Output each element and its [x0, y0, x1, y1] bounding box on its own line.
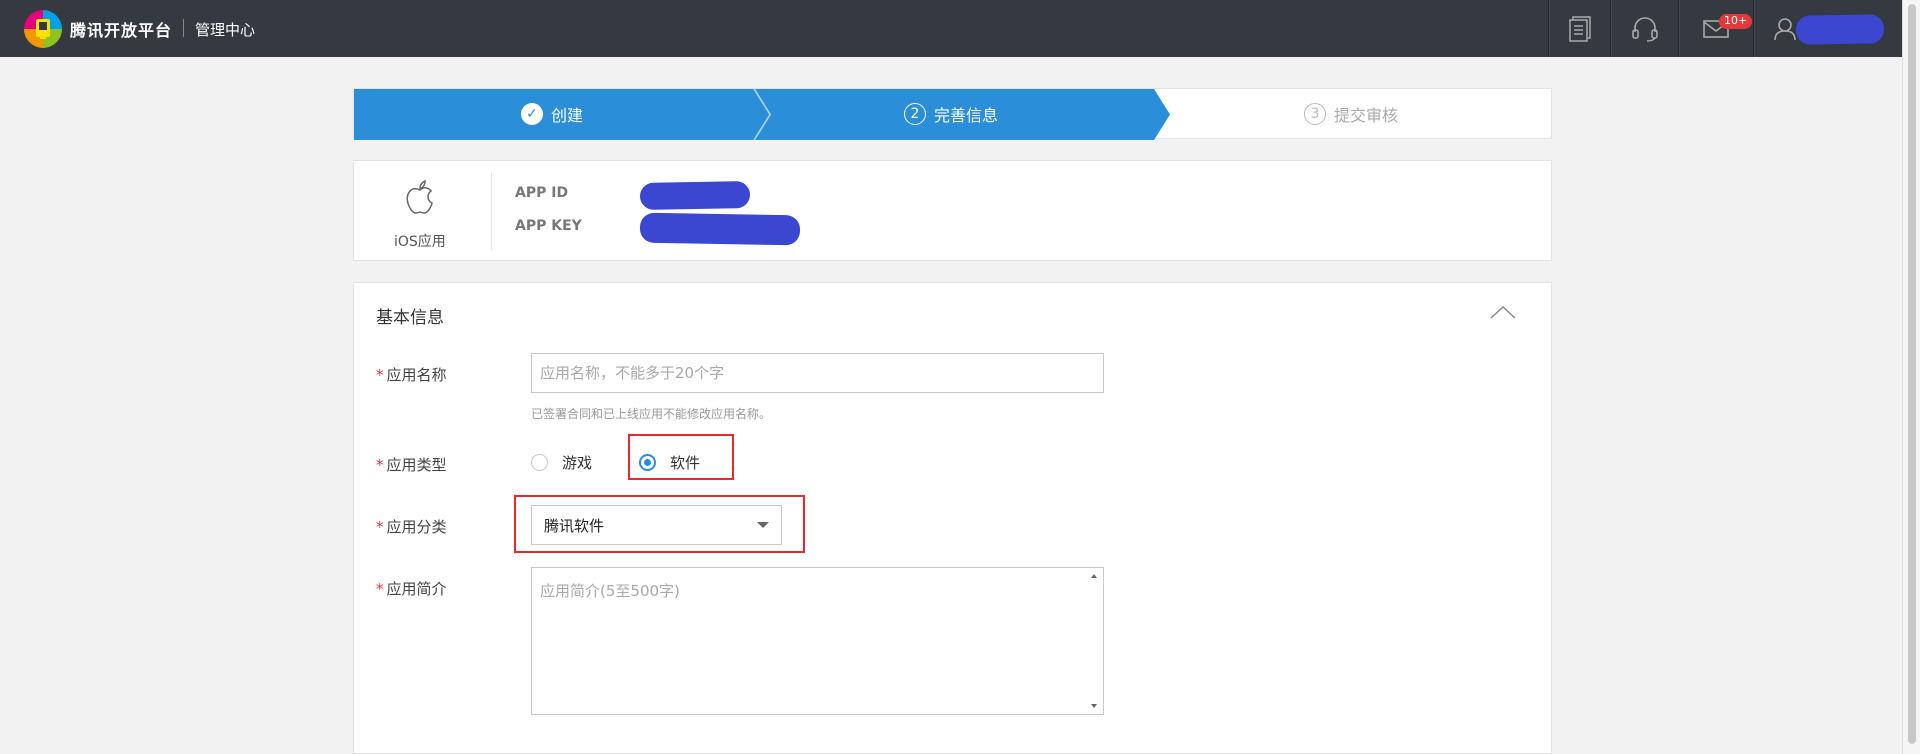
app-type-label: * 应用类型 [376, 456, 447, 474]
support-button[interactable] [1610, 0, 1678, 57]
scroll-up-icon[interactable] [1091, 574, 1097, 578]
app-credentials-box: iOS应用 APP ID APP KEY [353, 160, 1552, 261]
docs-button[interactable] [1548, 0, 1610, 57]
redacted-app-key [639, 212, 801, 246]
scroll-down-icon[interactable] [1091, 704, 1097, 708]
chevron-up-icon[interactable] [1490, 305, 1516, 319]
app-name-label: * 应用名称 [376, 366, 447, 384]
app-intro-label: * 应用简介 [376, 580, 447, 598]
step-number-3: 3 [1304, 103, 1326, 125]
step-complete-info-label: 完善信息 [934, 106, 999, 125]
document-icon [1568, 15, 1591, 42]
progress-steps: ✓ 创建 2 完善信息 3 提交审核 [353, 88, 1552, 140]
app-id-label: APP ID [515, 185, 569, 201]
user-icon [1774, 17, 1796, 40]
app-divider [491, 173, 492, 250]
mail-count-badge: 10+ [1719, 14, 1753, 29]
app-intro-textarea[interactable] [532, 568, 1087, 714]
radio-game[interactable]: 游戏 [531, 452, 592, 473]
app-name-hint: 已签署合同和已上线应用不能修改应用名称。 [531, 407, 772, 421]
redacted-username [1795, 14, 1885, 45]
step-submit-review: 3 提交审核 [1304, 103, 1398, 125]
brand-divider [183, 19, 184, 37]
highlight-box-category [514, 495, 805, 553]
platform-label: iOS应用 [394, 234, 446, 250]
apple-icon [406, 179, 433, 214]
step-submit-review-label: 提交审核 [1334, 106, 1399, 125]
app-intro-textarea-wrapper [531, 567, 1104, 715]
page-scrollbar[interactable] [1902, 0, 1920, 754]
radio-game-circle[interactable] [531, 454, 548, 471]
radio-game-label[interactable]: 游戏 [562, 452, 592, 473]
tencent-open-platform-logo[interactable] [22, 8, 64, 50]
step-create-label: 创建 [551, 106, 584, 125]
panel-title: 基本信息 [376, 308, 444, 328]
app-category-label: * 应用分类 [376, 518, 447, 536]
textarea-scrollbar[interactable] [1086, 568, 1103, 714]
highlight-box-software [628, 434, 734, 480]
basic-info-panel: 基本信息 *应用名称 已签署合同和已上线应用不能修改应用名称。 *应用类型 游戏… [353, 282, 1552, 754]
app-key-label: APP KEY [515, 218, 582, 234]
headset-icon [1631, 16, 1658, 42]
step-number-2: 2 [904, 103, 926, 125]
check-icon: ✓ [521, 103, 543, 125]
step-complete-info: 2 完善信息 [904, 103, 998, 125]
redacted-app-id [639, 181, 751, 210]
brand-name[interactable]: 腾讯开放平台 [70, 17, 172, 41]
step-create: ✓ 创建 [521, 103, 583, 125]
top-header: 腾讯开放平台 管理中心 10+ [0, 0, 1902, 57]
management-center-link[interactable]: 管理中心 [195, 19, 255, 40]
app-name-input[interactable] [531, 353, 1104, 393]
